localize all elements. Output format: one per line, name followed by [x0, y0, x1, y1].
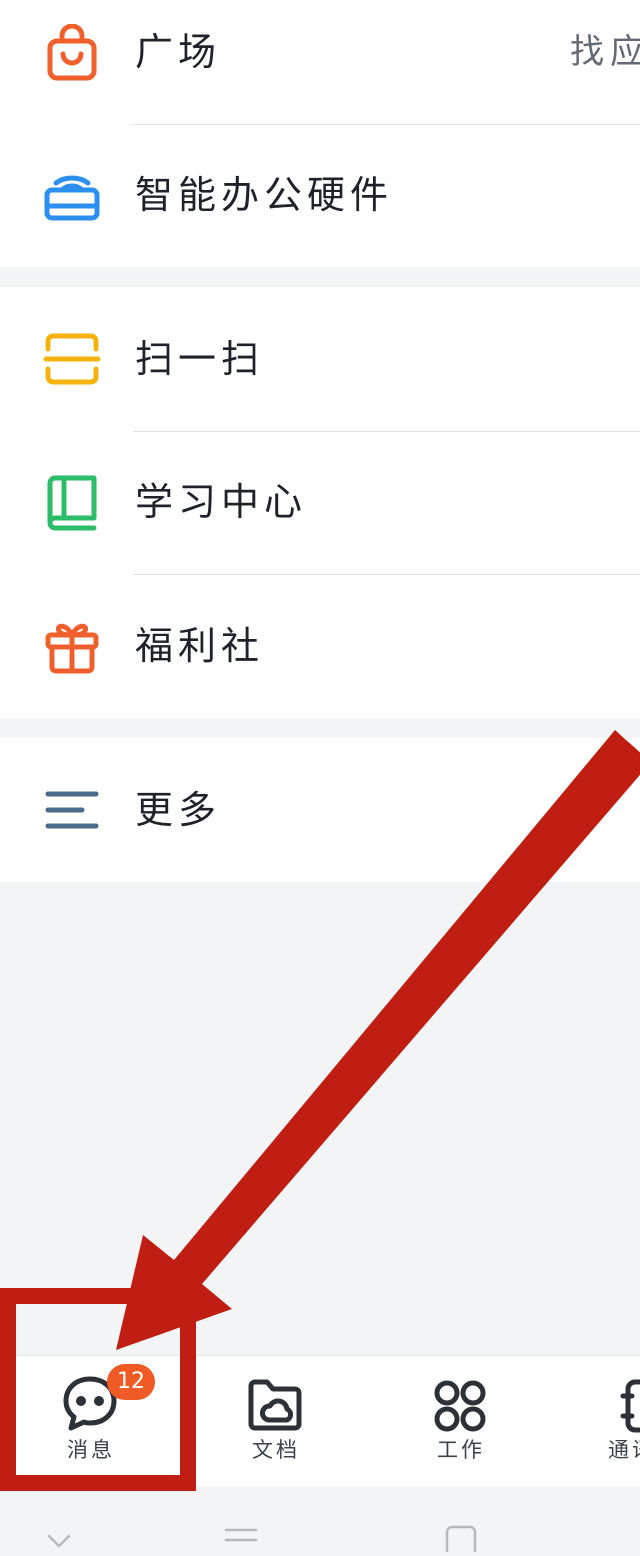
square-icon[interactable]: [444, 1524, 478, 1556]
contacts-icon: [620, 1376, 640, 1436]
tab-docs[interactable]: 文档: [215, 1356, 335, 1486]
gift-icon: [42, 617, 102, 677]
menu-item-more[interactable]: 更多: [0, 738, 640, 882]
chevron-down-icon[interactable]: [44, 1530, 74, 1552]
menu-item-label: 福利社: [135, 624, 265, 668]
shopping-bag-icon: [42, 24, 102, 84]
router-wifi-icon: [42, 166, 102, 226]
menu-lines-icon: [42, 780, 102, 840]
menu-item-smart-office-hardware[interactable]: 智能办公硬件: [0, 125, 640, 267]
tab-contacts[interactable]: 通讯: [590, 1356, 640, 1486]
tab-label: 通讯: [608, 1438, 640, 1462]
menu-item-label: 扫一扫: [135, 337, 265, 381]
scan-icon: [42, 329, 102, 389]
apps-grid-icon: [430, 1376, 490, 1436]
tab-work[interactable]: 工作: [400, 1356, 520, 1486]
folder-cloud-icon: [245, 1376, 305, 1436]
menu-item-label: 更多: [135, 788, 222, 832]
book-icon: [42, 473, 102, 533]
unread-badge: 12: [107, 1364, 155, 1400]
menu-item-welfare[interactable]: 福利社: [0, 575, 640, 718]
menu-item-guangchang[interactable]: 广场 找应: [0, 0, 640, 124]
tab-label: 工作: [437, 1438, 485, 1462]
bottom-tab-bar: 消息 文档 工作 通讯: [0, 1355, 640, 1486]
menu-item-trailing-text: 找应: [570, 32, 640, 72]
tab-label: 文档: [252, 1438, 300, 1462]
tab-label: 消息: [67, 1438, 115, 1462]
menu-item-label: 智能办公硬件: [135, 173, 394, 217]
system-navigation-bar: [0, 1486, 640, 1556]
menu-item-scan[interactable]: 扫一扫: [0, 287, 640, 431]
menu-item-label: 学习中心: [135, 480, 308, 524]
menu-item-label: 广场: [135, 30, 222, 74]
menu-lines-icon[interactable]: [222, 1526, 260, 1552]
menu-item-learning-center[interactable]: 学习中心: [0, 432, 640, 574]
